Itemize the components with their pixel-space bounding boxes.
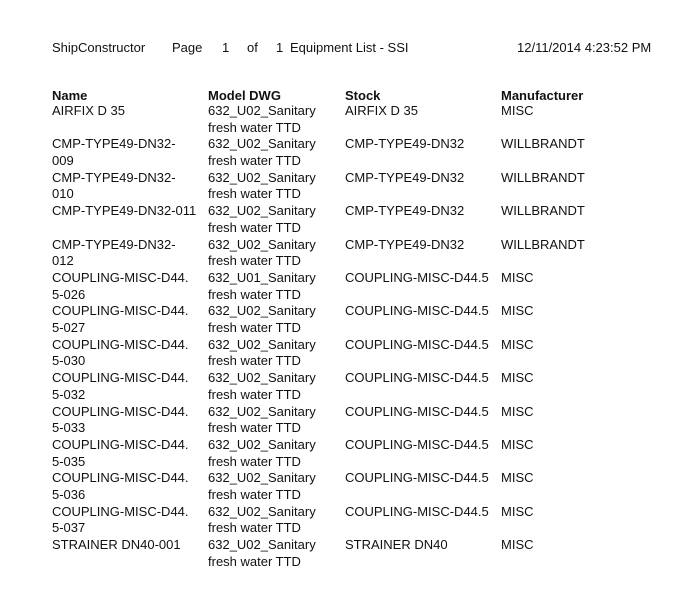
cell-stock: CMP-TYPE49-DN32 <box>345 236 465 252</box>
cell-name: CMP-TYPE49-DN32- 010 <box>52 169 176 202</box>
cell-name: CMP-TYPE49-DN32-011 <box>52 203 197 219</box>
table-row: COUPLING-MISC-D44. 5-032 632_U02_Sanitary… <box>52 370 621 403</box>
cell-manufacturer: WILLBRANDT <box>501 236 585 252</box>
table-row: CMP-TYPE49-DN32- 009 632_U02_Sanitary fre… <box>52 136 621 169</box>
cell-name: COUPLING-MISC-D44. 5-033 <box>52 403 189 436</box>
cell-model-dwg: 632_U02_Sanitary fresh water TTD <box>208 336 316 369</box>
cell-stock: COUPLING-MISC-D44.5 <box>345 436 489 452</box>
table-row: CMP-TYPE49-DN32- 012 632_U02_Sanitary fre… <box>52 237 621 270</box>
cell-manufacturer: WILLBRANDT <box>501 203 585 219</box>
table-row: COUPLING-MISC-D44. 5-035 632_U02_Sanitary… <box>52 437 621 470</box>
table-row: CMP-TYPE49-DN32- 010 632_U02_Sanitary fre… <box>52 170 621 203</box>
page-number: 1 <box>222 40 230 55</box>
table-row: CMP-TYPE49-DN32-011 632_U02_Sanitary fres… <box>52 203 621 236</box>
table-row: COUPLING-MISC-D44. 5-030 632_U02_Sanitary… <box>52 337 621 370</box>
page-total: 1 <box>276 40 284 55</box>
column-header-name: Name <box>52 88 88 103</box>
cell-name: COUPLING-MISC-D44. 5-027 <box>52 303 189 335</box>
cell-name: CMP-TYPE49-DN32- 009 <box>52 136 176 168</box>
page-label: Page <box>172 40 203 55</box>
cell-manufacturer: MISC <box>501 336 534 352</box>
cell-model-dwg: 632_U02_Sanitary fresh water TTD <box>208 470 316 502</box>
table-row: COUPLING-MISC-D44. 5-037 632_U02_Sanitary… <box>52 504 621 537</box>
cell-model-dwg: 632_U02_Sanitary fresh water TTD <box>208 403 316 436</box>
table-row: STRAINER DN40-001 632_U02_Sanitary fresh … <box>52 537 621 570</box>
table-row: AIRFIX D 35 632_U02_Sanitary fresh water … <box>52 103 621 136</box>
column-header-manufacturer: Manufacturer <box>501 88 584 103</box>
cell-name: COUPLING-MISC-D44. 5-035 <box>52 436 189 469</box>
cell-model-dwg: 632_U02_Sanitary fresh water TTD <box>208 169 316 202</box>
report-timestamp: 12/11/2014 4:23:52 PM <box>517 40 652 55</box>
cell-model-dwg: 632_U02_Sanitary fresh water TTD <box>208 236 316 269</box>
cell-stock: COUPLING-MISC-D44.5 <box>345 303 489 319</box>
cell-manufacturer: MISC <box>501 537 534 553</box>
cell-manufacturer: MISC <box>501 436 534 452</box>
cell-manufacturer: MISC <box>501 470 534 486</box>
cell-manufacturer: MISC <box>501 403 534 419</box>
cell-model-dwg: 632_U02_Sanitary fresh water TTD <box>208 370 316 402</box>
cell-manufacturer: MISC <box>501 303 534 319</box>
cell-stock: COUPLING-MISC-D44.5 <box>345 336 489 352</box>
cell-stock: COUPLING-MISC-D44.5 <box>345 370 489 386</box>
cell-model-dwg: 632_U02_Sanitary fresh water TTD <box>208 537 316 569</box>
table-row: COUPLING-MISC-D44. 5-033 632_U02_Sanitary… <box>52 404 621 437</box>
table-header-row: Name Model DWG Stock Manufacturer <box>52 88 621 103</box>
cell-stock: COUPLING-MISC-D44.5 <box>345 470 489 486</box>
cell-manufacturer: MISC <box>501 103 534 118</box>
cell-stock: CMP-TYPE49-DN32 <box>345 203 465 219</box>
cell-name: COUPLING-MISC-D44. 5-032 <box>52 370 189 402</box>
cell-name: COUPLING-MISC-D44. 5-036 <box>52 470 189 502</box>
cell-stock: CMP-TYPE49-DN32 <box>345 169 465 185</box>
cell-stock: COUPLING-MISC-D44.5 <box>345 503 489 519</box>
cell-model-dwg: 632_U02_Sanitary fresh water TTD <box>208 203 316 235</box>
report-header: ShipConstructor Page 1 of 1 Equipment Li… <box>0 40 700 58</box>
cell-manufacturer: MISC <box>501 370 534 386</box>
table-row: COUPLING-MISC-D44. 5-036 632_U02_Sanitary… <box>52 470 621 503</box>
table-row: COUPLING-MISC-D44. 5-027 632_U02_Sanitary… <box>52 303 621 336</box>
table-row: COUPLING-MISC-D44. 5-026 632_U01_Sanitary… <box>52 270 621 303</box>
cell-stock: COUPLING-MISC-D44.5 <box>345 269 489 285</box>
of-label: of <box>247 40 258 55</box>
column-header-model-dwg: Model DWG <box>208 88 281 103</box>
cell-manufacturer: MISC <box>501 503 534 519</box>
cell-name: STRAINER DN40-001 <box>52 537 181 553</box>
cell-model-dwg: 632_U02_Sanitary fresh water TTD <box>208 503 316 536</box>
cell-name: COUPLING-MISC-D44. 5-026 <box>52 269 189 302</box>
cell-manufacturer: WILLBRANDT <box>501 136 585 152</box>
column-header-stock: Stock <box>345 88 381 103</box>
cell-stock: COUPLING-MISC-D44.5 <box>345 403 489 419</box>
cell-stock: STRAINER DN40 <box>345 537 448 553</box>
app-name: ShipConstructor <box>52 40 146 55</box>
cell-model-dwg: 632_U01_Sanitary fresh water TTD <box>208 269 316 302</box>
cell-name: COUPLING-MISC-D44. 5-037 <box>52 503 189 536</box>
cell-manufacturer: MISC <box>501 269 534 285</box>
cell-model-dwg: 632_U02_Sanitary fresh water TTD <box>208 303 316 335</box>
cell-name: COUPLING-MISC-D44. 5-030 <box>52 336 189 369</box>
report-title: Equipment List - SSI <box>290 40 409 55</box>
cell-stock: AIRFIX D 35 <box>345 103 418 118</box>
cell-model-dwg: 632_U02_Sanitary fresh water TTD <box>208 136 316 168</box>
cell-model-dwg: 632_U02_Sanitary fresh water TTD <box>208 436 316 469</box>
equipment-table: Name Model DWG Stock Manufacturer AIRFIX… <box>52 88 621 570</box>
cell-model-dwg: 632_U02_Sanitary fresh water TTD <box>208 103 316 135</box>
cell-name: AIRFIX D 35 <box>52 103 125 118</box>
cell-name: CMP-TYPE49-DN32- 012 <box>52 236 176 269</box>
cell-stock: CMP-TYPE49-DN32 <box>345 136 465 152</box>
table-body: AIRFIX D 35 632_U02_Sanitary fresh water … <box>52 103 621 570</box>
cell-manufacturer: WILLBRANDT <box>501 169 585 185</box>
